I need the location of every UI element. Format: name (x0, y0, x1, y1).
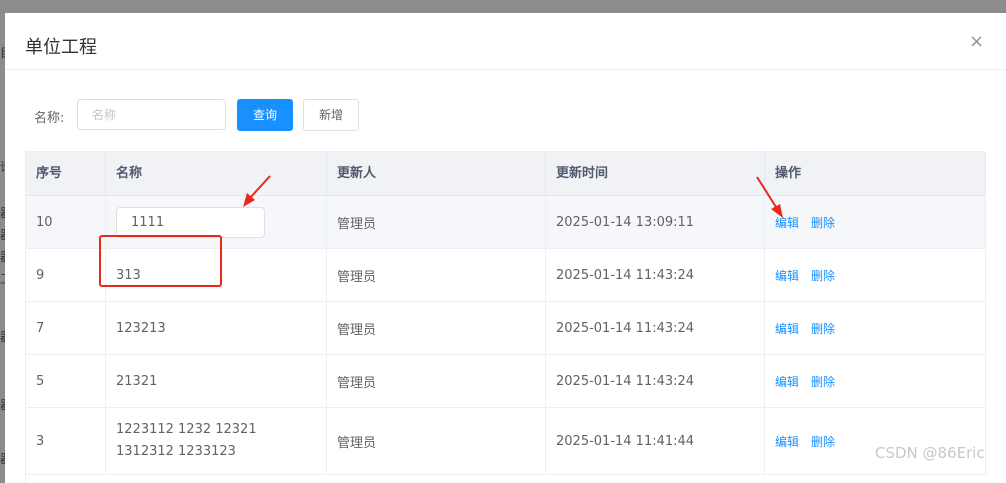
column-header-actions: 操作 (765, 152, 986, 195)
table-row: 5 21321 管理员 2025-01-14 11:43:24 编辑 删除 (26, 355, 986, 408)
name-cell (106, 196, 327, 248)
unit-project-dialog: 单位工程 × 名称: 查询 新增 序号 名称 更新人 更新时间 操作 10 管理… (5, 13, 1006, 483)
row-updated-at: 2025-01-14 11:43:24 (546, 302, 765, 354)
column-header-name: 名称 (106, 152, 327, 195)
edit-link[interactable]: 编辑 (775, 433, 799, 450)
row-name: 313 (106, 249, 327, 301)
row-updated-at: 2025-01-14 13:09:11 (546, 196, 765, 248)
table-row: 9 313 管理员 2025-01-14 11:43:24 编辑 删除 (26, 249, 986, 302)
delete-link[interactable]: 删除 (811, 373, 835, 390)
name-filter-label: 名称: (34, 111, 65, 126)
table-row: 3 1223112 1232 12321 1312312 1233123 管理员… (26, 408, 986, 475)
column-header-updated-at: 更新时间 (546, 152, 765, 195)
edit-link[interactable]: 编辑 (775, 267, 799, 284)
table-row: 10 管理员 2025-01-14 13:09:11 编辑 删除 (26, 196, 986, 249)
edit-link[interactable]: 编辑 (775, 320, 799, 337)
row-name: 21321 (106, 355, 327, 407)
unit-project-table: 序号 名称 更新人 更新时间 操作 10 管理员 2025-01-14 13:0… (25, 151, 986, 483)
add-button[interactable]: 新增 (303, 99, 359, 131)
row-name-cell: 1223112 1232 12321 1312312 1233123 (106, 408, 327, 474)
row-index: 5 (26, 355, 106, 407)
column-header-updater: 更新人 (327, 152, 546, 195)
delete-link[interactable]: 删除 (811, 320, 835, 337)
row-name: 1223112 1232 12321 1312312 1233123 (116, 422, 257, 459)
row-actions: 编辑 删除 (765, 355, 986, 407)
row-index: 7 (26, 302, 106, 354)
row-name: 123213 (106, 302, 327, 354)
row-updated-at: 2025-01-14 11:43:24 (546, 355, 765, 407)
name-search-input[interactable] (77, 99, 226, 130)
row-updated-at: 2025-01-14 11:41:44 (546, 408, 765, 474)
query-button[interactable]: 查询 (237, 99, 293, 131)
row-updater: 管理员 (327, 408, 546, 474)
table-header: 序号 名称 更新人 更新时间 操作 (26, 152, 986, 196)
row-index: 10 (26, 196, 106, 248)
column-header-index: 序号 (26, 152, 106, 195)
edit-link[interactable]: 编辑 (775, 214, 799, 231)
dialog-header: 单位工程 × (5, 13, 1006, 70)
row-index: 3 (26, 408, 106, 474)
close-icon[interactable]: × (969, 33, 984, 51)
delete-link[interactable]: 删除 (811, 214, 835, 231)
dialog-title: 单位工程 (25, 37, 97, 58)
row-updater: 管理员 (327, 355, 546, 407)
delete-link[interactable]: 删除 (811, 267, 835, 284)
row-actions: 编辑 删除 (765, 302, 986, 354)
watermark: CSDN @86Eric (875, 444, 985, 462)
row-actions: 编辑 删除 (765, 408, 986, 474)
row-index: 9 (26, 249, 106, 301)
row-actions: 编辑 删除 (765, 249, 986, 301)
row-actions: 编辑 删除 (765, 196, 986, 248)
edit-link[interactable]: 编辑 (775, 373, 799, 390)
row-updater: 管理员 (327, 196, 546, 248)
delete-link[interactable]: 删除 (811, 433, 835, 450)
table-row: 7 123213 管理员 2025-01-14 11:43:24 编辑 删除 (26, 302, 986, 355)
row-updated-at: 2025-01-14 11:43:24 (546, 249, 765, 301)
row-updater: 管理员 (327, 302, 546, 354)
row-updater: 管理员 (327, 249, 546, 301)
name-edit-input[interactable] (116, 206, 265, 238)
